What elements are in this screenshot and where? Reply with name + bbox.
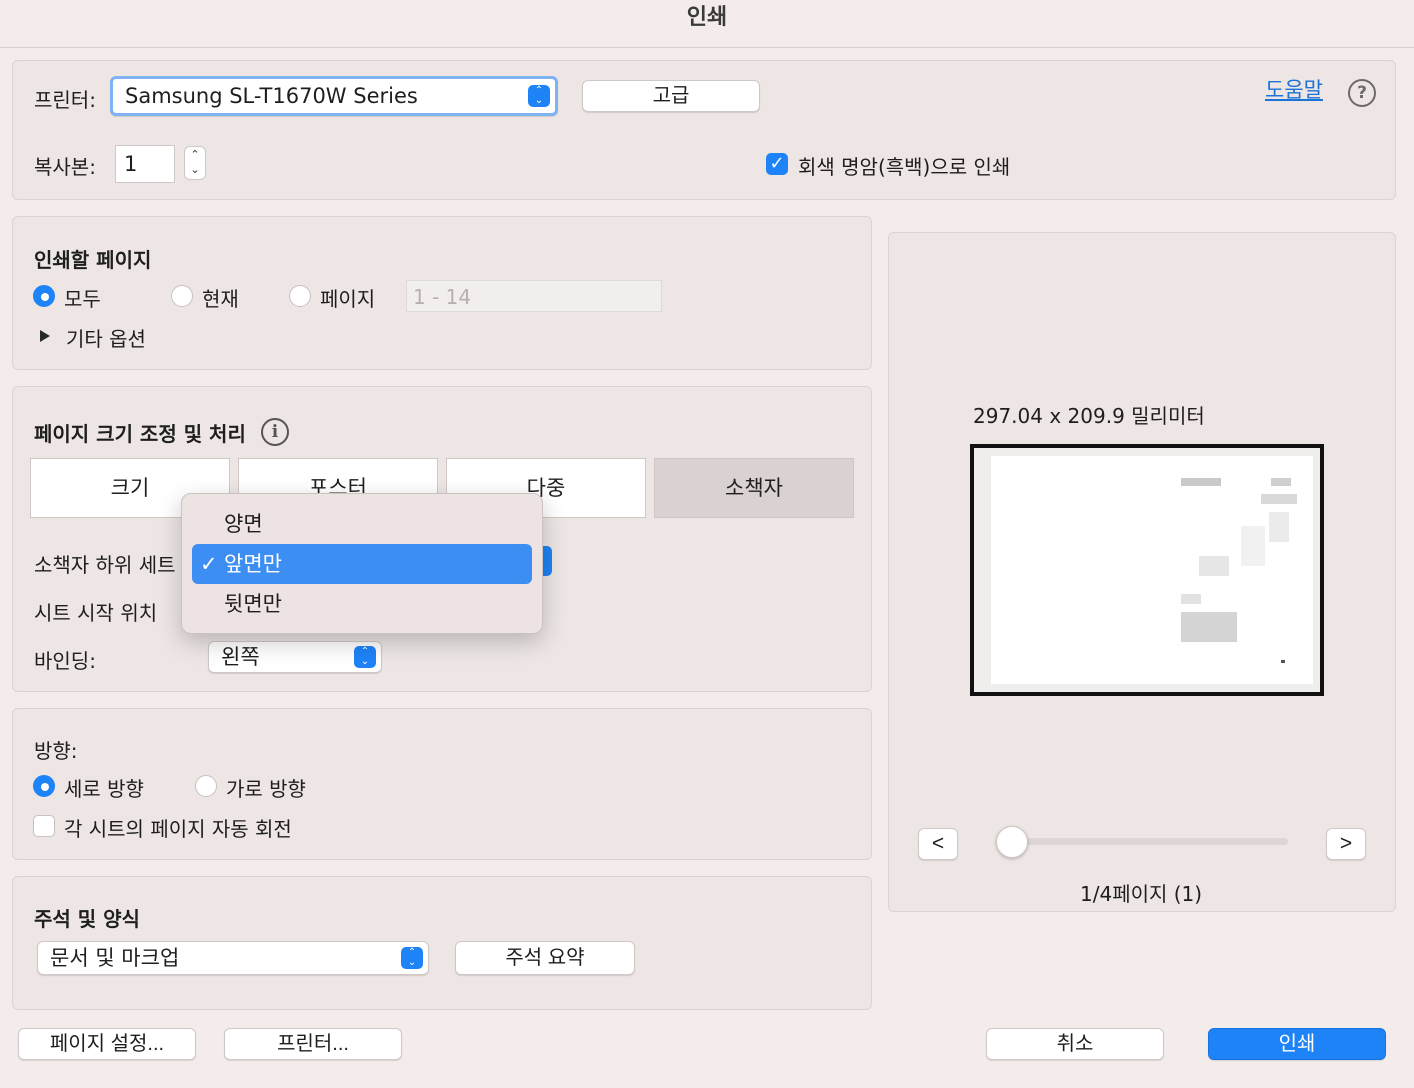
annotation-summary-button[interactable]: 주석 요약 <box>455 941 635 975</box>
page-slider-track[interactable] <box>1010 838 1288 845</box>
orientation-heading: 방향: <box>34 739 78 763</box>
stepper-up-icon[interactable]: ⌃ <box>190 148 199 161</box>
grayscale-label: 회색 명암(흑백)으로 인쇄 <box>798 155 1011 179</box>
preview-sheet <box>991 456 1313 684</box>
printer-select[interactable]: Samsung SL-T1670W Series ⌃ ⌄ <box>110 76 558 116</box>
menu-item-label: 뒷면만 <box>224 592 282 616</box>
preview-content-block <box>1281 660 1285 663</box>
booklet-subset-label: 소책자 하위 세트 <box>34 553 176 577</box>
menu-item-front-only[interactable]: ✓ 앞면만 <box>192 544 532 584</box>
select-arrows-icon: ⌃ ⌄ <box>528 85 550 107</box>
scaling-heading: 페이지 크기 조정 및 처리 <box>34 422 246 446</box>
auto-rotate-checkbox[interactable] <box>33 815 55 837</box>
binding-select-value: 왼쪽 <box>221 645 260 669</box>
preview-content-block <box>1269 512 1289 542</box>
copies-stepper[interactable]: ⌃ ⌄ <box>184 146 206 180</box>
menu-item-back-only[interactable]: 뒷면만 <box>192 584 532 624</box>
question-circle-icon[interactable]: ? <box>1348 79 1376 107</box>
landscape-label: 가로 방향 <box>226 777 306 801</box>
annotations-select-value: 문서 및 마크업 <box>50 946 180 970</box>
sheet-start-label: 시트 시작 위치 <box>34 601 158 625</box>
prev-page-button[interactable]: < <box>918 828 958 860</box>
pages-range-label: 페이지 <box>320 287 376 311</box>
print-button[interactable]: 인쇄 <box>1208 1028 1386 1060</box>
copies-label: 복사본: <box>34 155 96 179</box>
page-preview <box>970 444 1324 696</box>
page-setup-button[interactable]: 페이지 설정... <box>18 1028 196 1060</box>
paper-size-text: 297.04 x 209.9 밀리미터 <box>973 404 1205 428</box>
preview-content-block <box>1261 494 1297 504</box>
checkmark-icon: ✓ <box>200 552 218 576</box>
page-range-input[interactable]: 1 - 14 <box>406 280 662 312</box>
more-options-label[interactable]: 기타 옵션 <box>66 323 146 352</box>
portrait-radio[interactable] <box>33 775 55 797</box>
pages-current-radio[interactable] <box>171 285 193 307</box>
grayscale-checkbox[interactable]: ✓ <box>766 153 788 175</box>
stepper-down-icon[interactable]: ⌄ <box>190 163 199 176</box>
disclosure-triangle-icon[interactable] <box>40 330 50 342</box>
cancel-button[interactable]: 취소 <box>986 1028 1164 1060</box>
window-title: 인쇄 <box>0 0 1414 48</box>
preview-content-block <box>1199 556 1229 576</box>
preview-content-block <box>1181 478 1221 486</box>
preview-content-block <box>1241 526 1265 566</box>
printer-settings-button[interactable]: 프린터... <box>224 1028 402 1060</box>
page-slider-knob[interactable] <box>996 826 1028 858</box>
pages-all-label: 모두 <box>64 287 101 311</box>
page-status: 1/4페이지 (1) <box>1080 882 1203 906</box>
preview-content-block <box>1181 594 1201 604</box>
preview-content-block <box>1271 478 1291 486</box>
menu-item-label: 앞면만 <box>224 552 282 576</box>
select-arrows-icon: ⌃ ⌄ <box>401 947 423 969</box>
advanced-button[interactable]: 고급 <box>582 80 760 112</box>
copies-input[interactable]: 1 <box>115 145 175 183</box>
next-page-button[interactable]: > <box>1326 828 1366 860</box>
menu-item-both-sides[interactable]: 양면 <box>192 504 532 544</box>
copies-value: 1 <box>124 152 138 176</box>
preview-content-block <box>1181 612 1237 642</box>
pages-all-radio[interactable] <box>33 285 55 307</box>
binding-label: 바인딩: <box>34 649 96 673</box>
pages-range-radio[interactable] <box>289 285 311 307</box>
tab-booklet[interactable]: 소책자 <box>654 458 854 518</box>
menu-item-label: 양면 <box>224 512 263 536</box>
printer-select-value: Samsung SL-T1670W Series <box>125 84 418 108</box>
pages-current-label: 현재 <box>202 287 239 311</box>
binding-select[interactable]: 왼쪽 ⌃ ⌄ <box>208 641 382 673</box>
portrait-label: 세로 방향 <box>64 777 144 801</box>
annotations-select[interactable]: 문서 및 마크업 ⌃ ⌄ <box>37 941 429 975</box>
printer-label: 프린터: <box>34 88 96 112</box>
select-arrows-icon: ⌃ ⌄ <box>354 646 376 668</box>
landscape-radio[interactable] <box>195 775 217 797</box>
pages-heading: 인쇄할 페이지 <box>34 248 152 272</box>
auto-rotate-label: 각 시트의 페이지 자동 회전 <box>64 817 292 841</box>
help-link[interactable]: 도움말 <box>1265 74 1323 104</box>
page-range-placeholder: 1 - 14 <box>413 285 472 309</box>
checkmark-icon: ✓ <box>769 153 785 174</box>
annotations-heading: 주석 및 양식 <box>34 907 140 931</box>
info-circle-icon[interactable]: i <box>261 418 289 446</box>
booklet-subset-menu: 양면 ✓ 앞면만 뒷면만 <box>181 493 543 634</box>
